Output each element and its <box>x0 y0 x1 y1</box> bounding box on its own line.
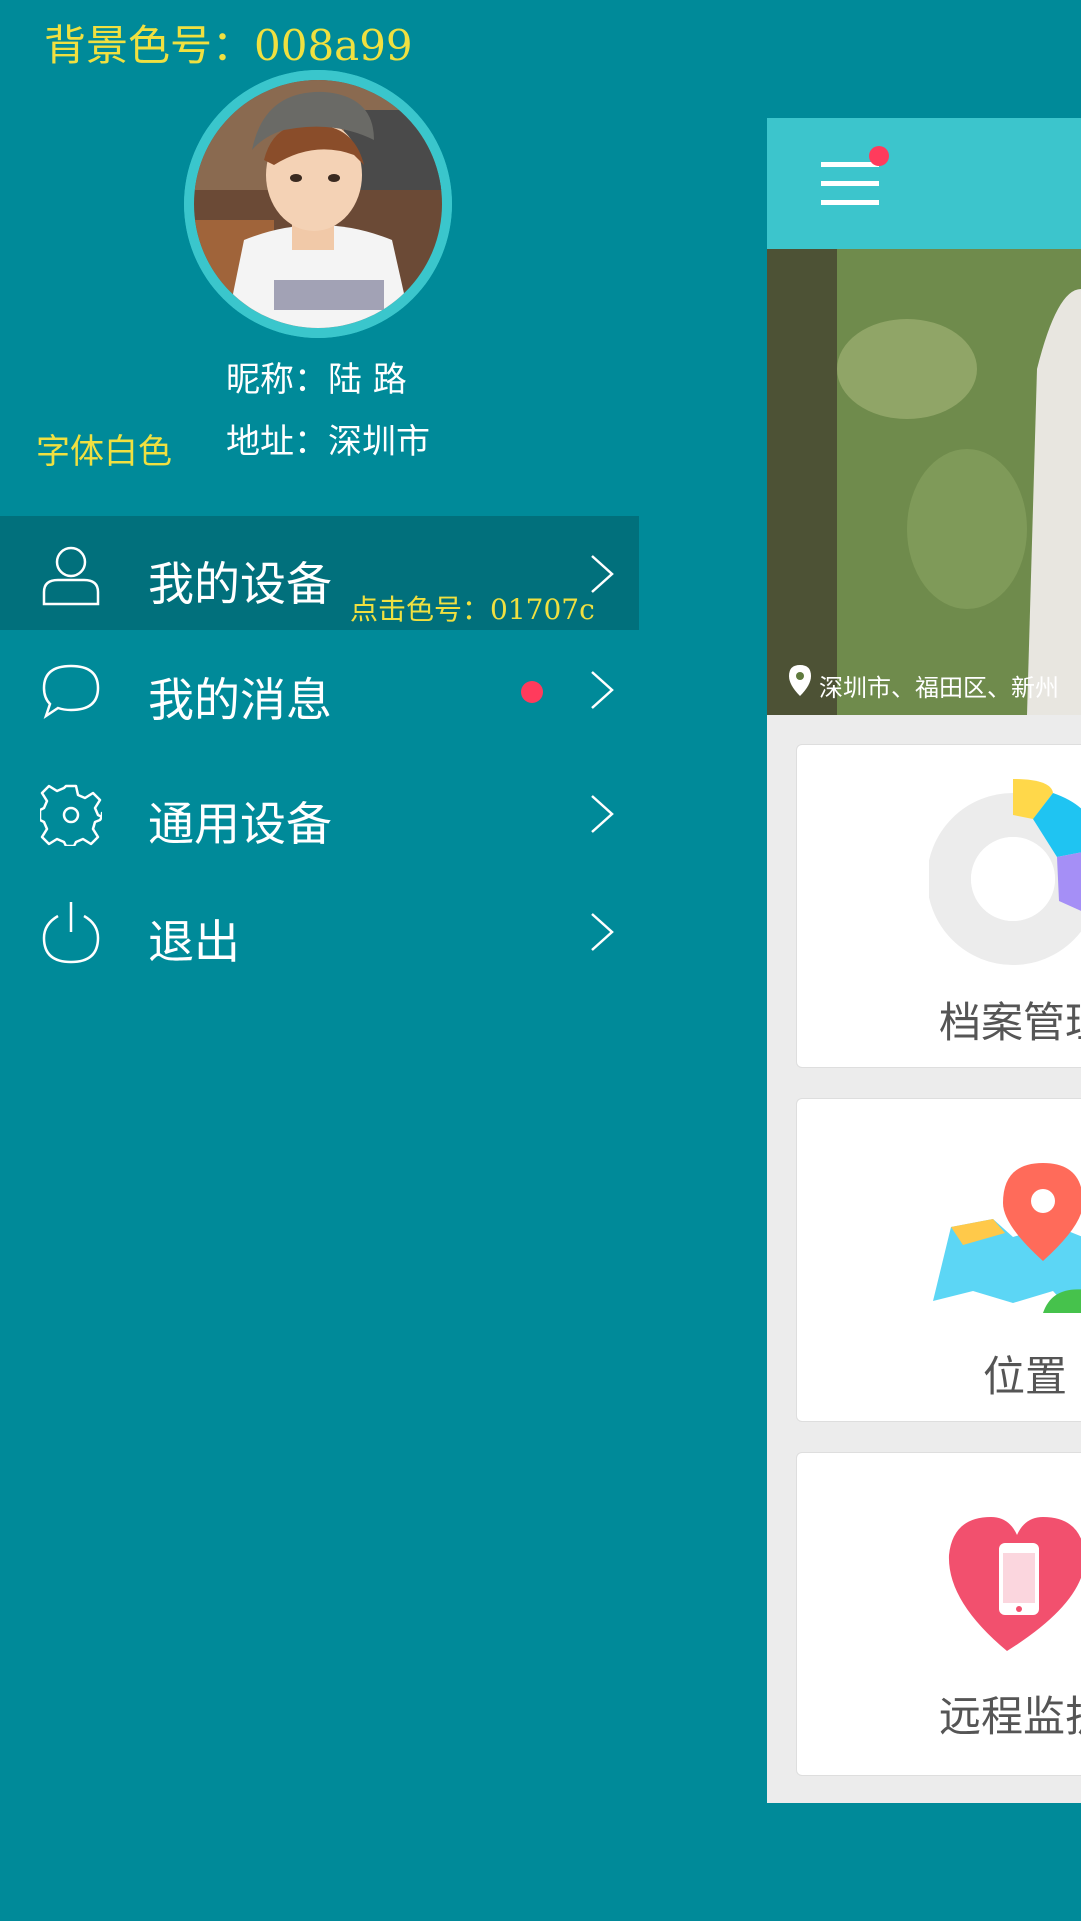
menu-item-logout[interactable]: 退出 <box>0 874 639 988</box>
location-text: 深圳市、福田区、新州 <box>819 674 1059 702</box>
click-color-note: 点击色号：01707c <box>350 593 595 626</box>
avatar[interactable] <box>184 70 452 338</box>
card-label-records: 档案管理 <box>939 998 1081 1047</box>
menu-label-logout: 退出 <box>148 915 240 969</box>
menu-item-general-devices[interactable]: 通用设备 <box>0 756 639 870</box>
donut-chart-icon <box>929 779 1081 965</box>
map-pin-icon <box>933 1163 1081 1313</box>
chevron-right-icon <box>591 795 614 833</box>
app-header <box>767 118 1081 249</box>
menu-label-my-messages: 我的消息 <box>148 673 332 727</box>
unread-badge <box>521 681 543 703</box>
heart-phone-icon <box>948 1517 1081 1651</box>
location-pin-icon <box>789 665 811 696</box>
chat-icon <box>42 664 100 720</box>
menu-icon[interactable] <box>821 158 883 210</box>
menu-item-my-messages[interactable]: 我的消息 <box>0 632 639 746</box>
app-preview-panel[interactable]: 深圳市、福田区、新州 档案管理 位置 远程监护 <box>767 118 1081 1803</box>
chevron-right-icon <box>591 671 614 709</box>
card-label-location: 位置 <box>983 1352 1068 1401</box>
power-icon <box>42 902 100 964</box>
card-records[interactable]: 档案管理 <box>796 744 1081 1068</box>
notification-dot <box>869 146 889 166</box>
menu-label-general-devices: 通用设备 <box>148 797 332 851</box>
chevron-right-icon <box>591 913 614 951</box>
font-color-note: 字体白色 <box>36 432 172 472</box>
address: 地址：深圳市 <box>226 422 430 462</box>
card-label-remote-monitoring: 远程监护 <box>939 1692 1081 1741</box>
background-color-note: 背景色号：008a99 <box>44 21 413 70</box>
menu-label-my-devices: 我的设备 <box>148 557 332 611</box>
gear-icon <box>40 784 102 846</box>
user-icon <box>42 546 100 606</box>
avatar-image <box>184 70 452 338</box>
nickname: 昵称：陆 路 <box>226 360 407 400</box>
banner-photo <box>767 249 1081 715</box>
card-remote-monitoring[interactable]: 远程监护 <box>796 1452 1081 1776</box>
card-location[interactable]: 位置 <box>796 1098 1081 1422</box>
